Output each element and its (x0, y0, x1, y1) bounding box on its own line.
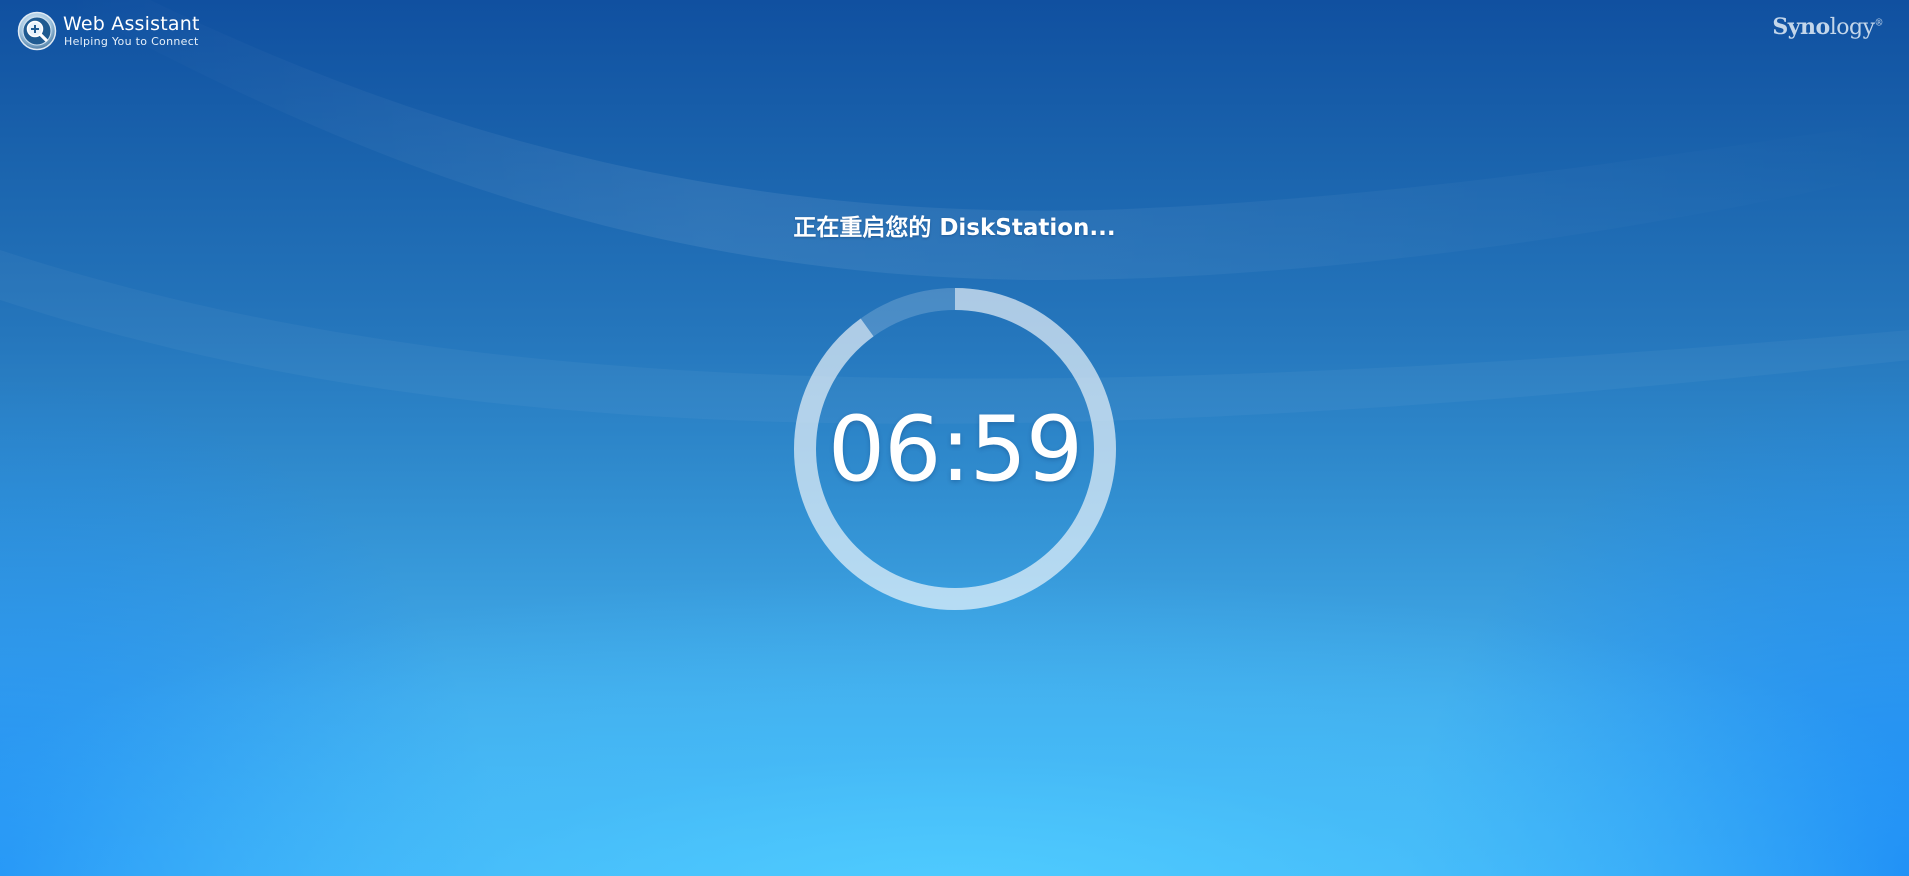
synology-logo: Synology® (1772, 14, 1883, 40)
magnifier-plus-icon (17, 11, 57, 51)
app-title: Web Assistant (63, 13, 200, 35)
countdown-timer: 06:59 (794, 288, 1116, 610)
countdown-time: 06:59 (827, 396, 1083, 502)
app-subtitle: Helping You to Connect (64, 35, 199, 48)
restart-status-message: 正在重启您的 DiskStation... (793, 215, 1116, 241)
web-assistant-brand: Web Assistant Helping You to Connect (17, 11, 200, 51)
